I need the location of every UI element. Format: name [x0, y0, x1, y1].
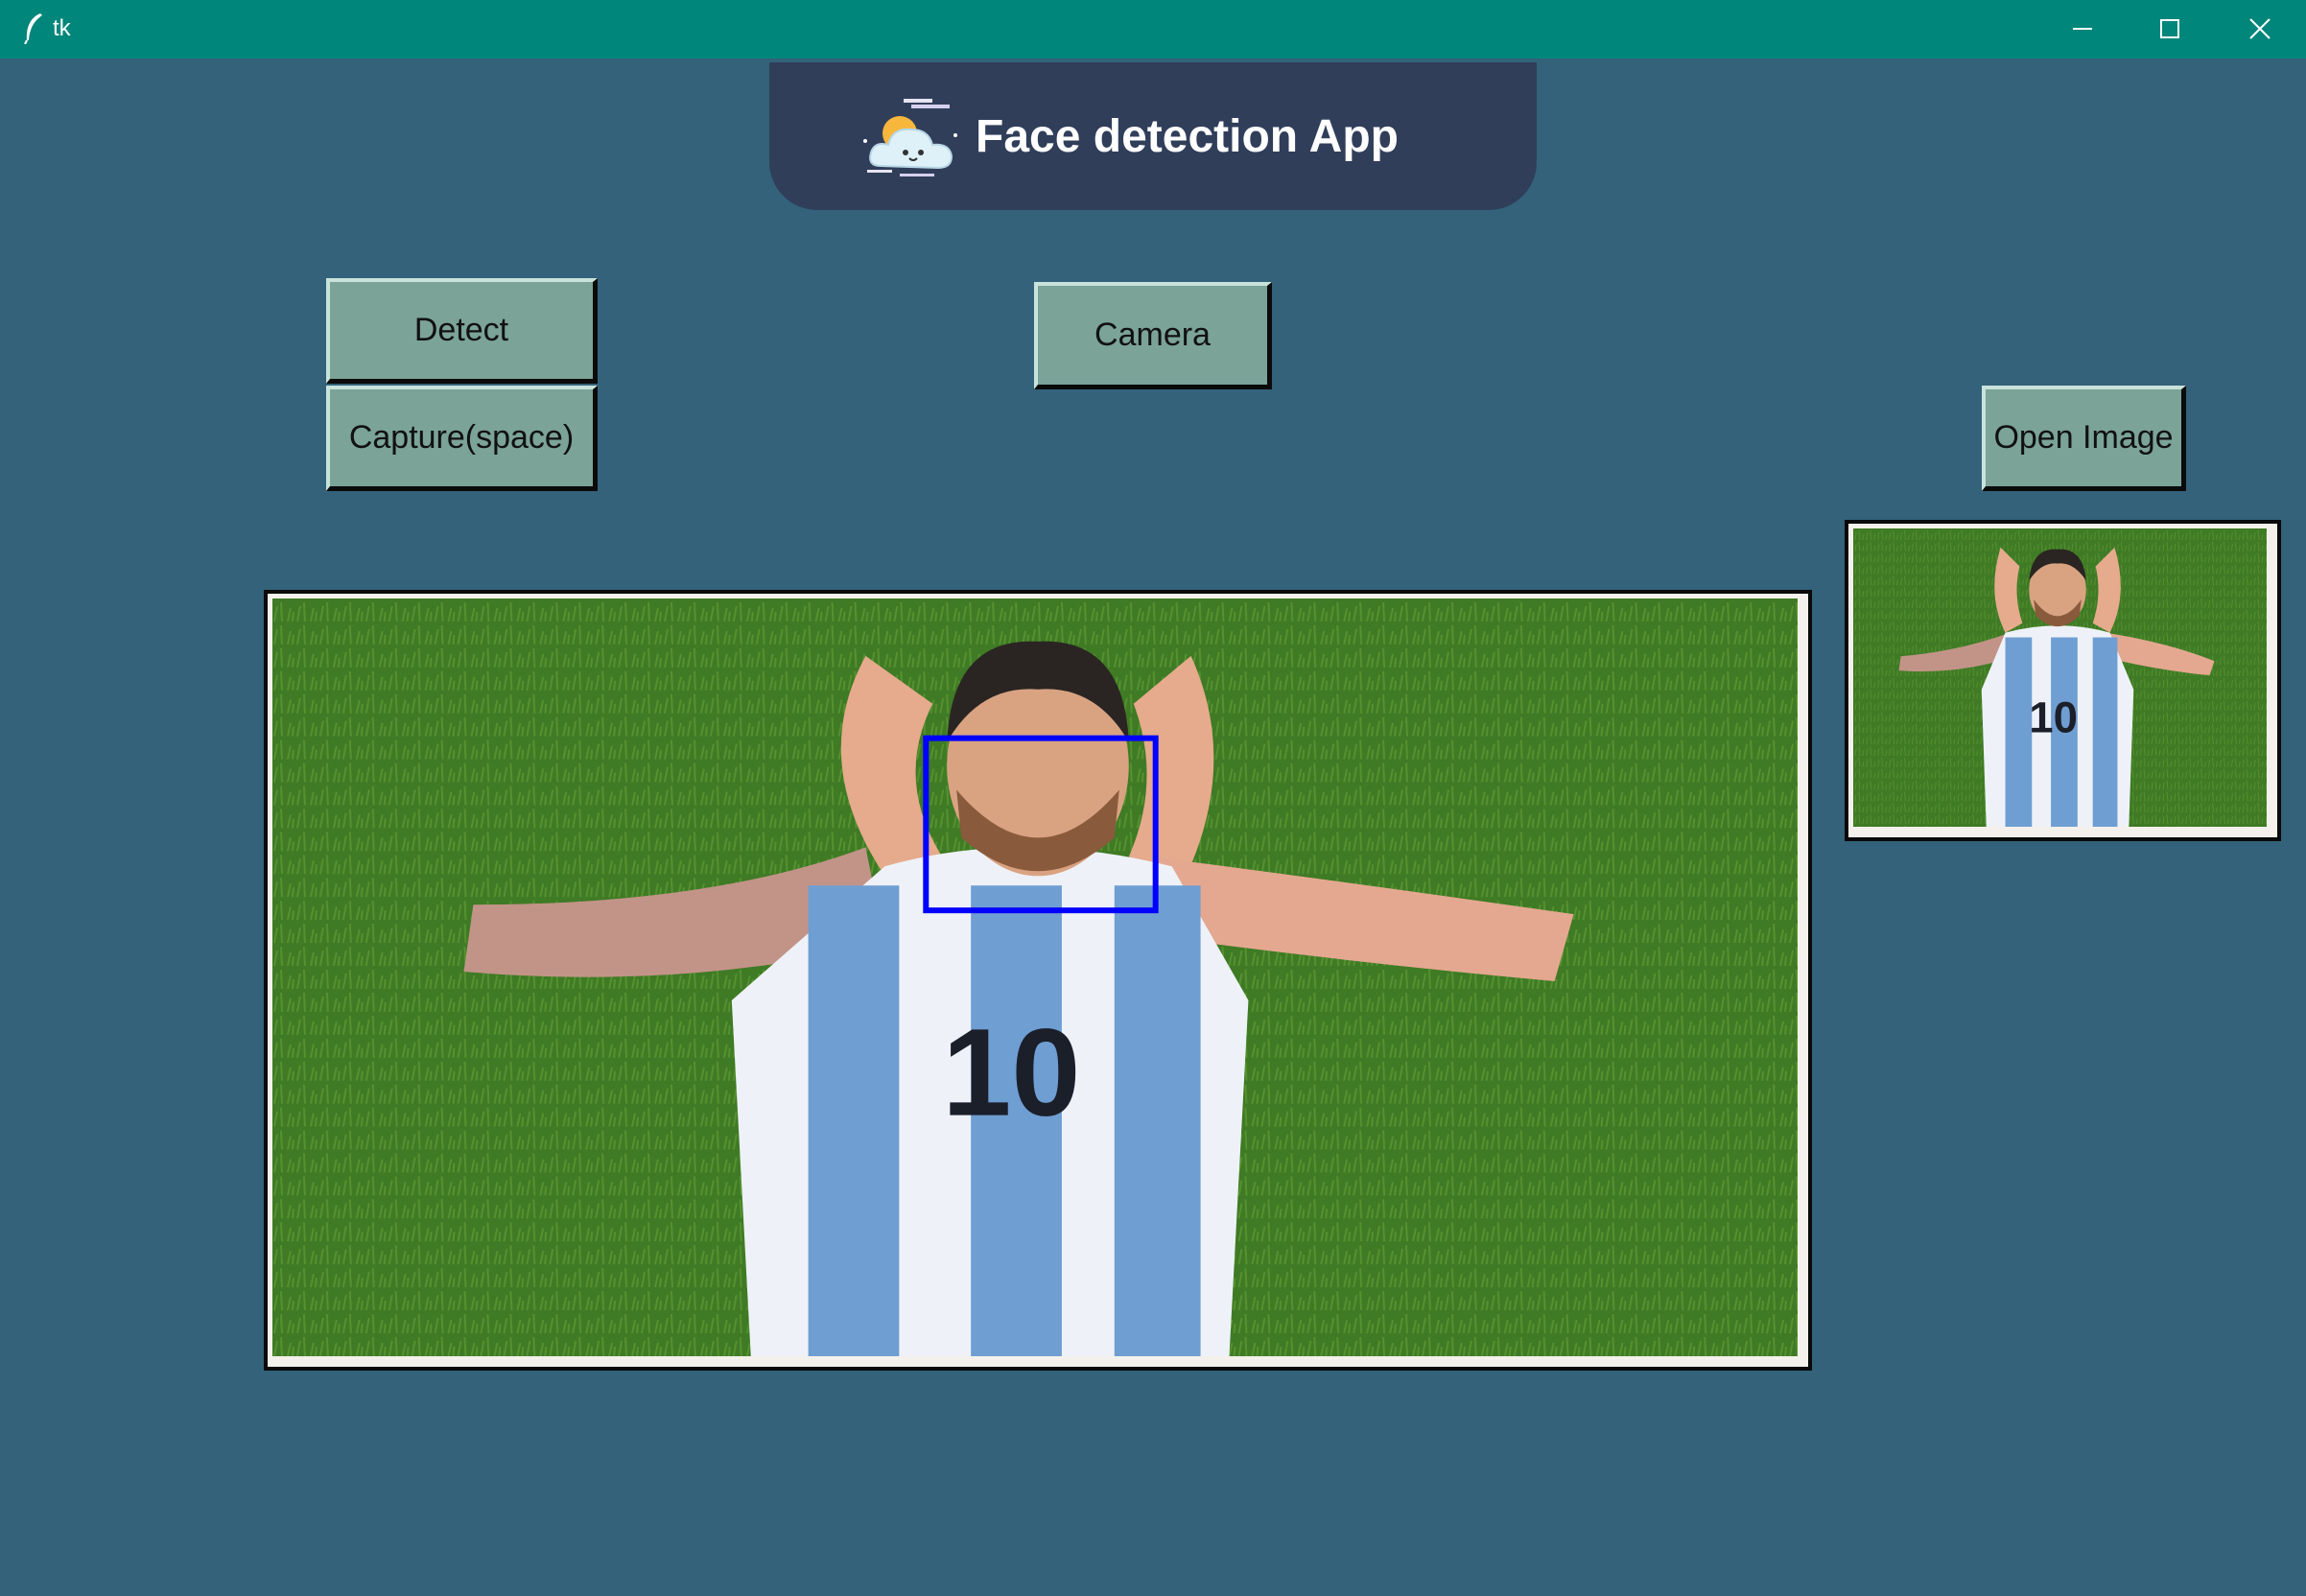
app-header: Face detection App	[769, 62, 1537, 210]
maximize-button[interactable]	[2126, 0, 2214, 59]
jersey-number: 10	[942, 1004, 1080, 1142]
maximize-icon	[2160, 19, 2179, 38]
detect-button[interactable]: Detect	[326, 278, 598, 384]
open-image-button[interactable]: Open Image	[1982, 386, 2186, 491]
feather-icon	[21, 12, 46, 45]
thumbnail-jersey-number: 10	[2029, 692, 2078, 741]
minimize-icon	[2073, 28, 2092, 30]
app-title: Face detection App	[976, 111, 1399, 162]
close-button[interactable]	[2216, 0, 2304, 59]
camera-button[interactable]: Camera	[1034, 282, 1272, 389]
minimize-button[interactable]	[2038, 0, 2127, 59]
main-image-panel: 10	[264, 590, 1812, 1371]
capture-button[interactable]: Capture(space)	[326, 386, 598, 491]
thumbnail-image: 10	[1853, 528, 2267, 827]
window-title: tk	[53, 15, 71, 41]
cloud-weather-icon	[861, 97, 961, 179]
thumbnail-panel: 10	[1845, 520, 2281, 841]
close-icon	[2249, 18, 2271, 39]
window-titlebar: tk	[0, 0, 2306, 59]
detected-image: 10	[272, 598, 1798, 1356]
